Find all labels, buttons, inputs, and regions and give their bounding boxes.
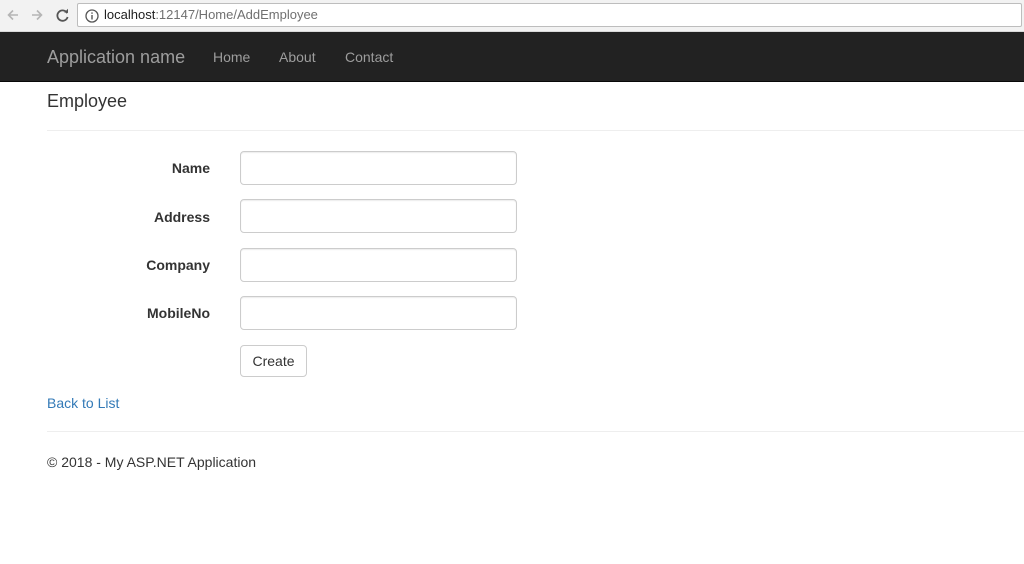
mobileno-input[interactable]	[240, 296, 517, 330]
nav-link-about[interactable]: About	[279, 48, 316, 66]
create-button[interactable]: Create	[240, 345, 307, 377]
address-bar[interactable]: localhost:12147/Home/AddEmployee	[77, 3, 1022, 27]
name-label: Name	[171, 160, 210, 176]
company-input[interactable]	[240, 248, 517, 282]
back-arrow-icon[interactable]	[4, 6, 22, 24]
url-text: localhost:12147/Home/AddEmployee	[104, 4, 318, 26]
forward-arrow-icon[interactable]	[28, 6, 46, 24]
back-to-list-link[interactable]: Back to List	[47, 394, 119, 412]
url-host: localhost	[104, 7, 156, 22]
page-title: Employee	[47, 91, 128, 111]
url-path: :12147/Home/AddEmployee	[155, 7, 318, 22]
brand-link[interactable]: Application name	[47, 46, 185, 68]
nav-link-contact[interactable]: Contact	[345, 48, 393, 66]
name-input[interactable]	[240, 151, 517, 185]
address-input[interactable]	[240, 199, 517, 233]
address-label: Address	[153, 209, 210, 225]
footer-divider	[47, 431, 1024, 432]
divider	[47, 130, 1024, 131]
mobileno-label: MobileNo	[147, 305, 210, 321]
nav-link-home[interactable]: Home	[213, 48, 250, 66]
navbar: Application name Home About Contact	[0, 32, 1024, 82]
footer-copyright: © 2018 - My ASP.NET Application	[47, 454, 257, 470]
company-label: Company	[146, 257, 210, 273]
info-icon[interactable]	[85, 8, 99, 23]
browser-toolbar: localhost:12147/Home/AddEmployee	[0, 0, 1024, 32]
reload-icon[interactable]	[53, 6, 71, 24]
